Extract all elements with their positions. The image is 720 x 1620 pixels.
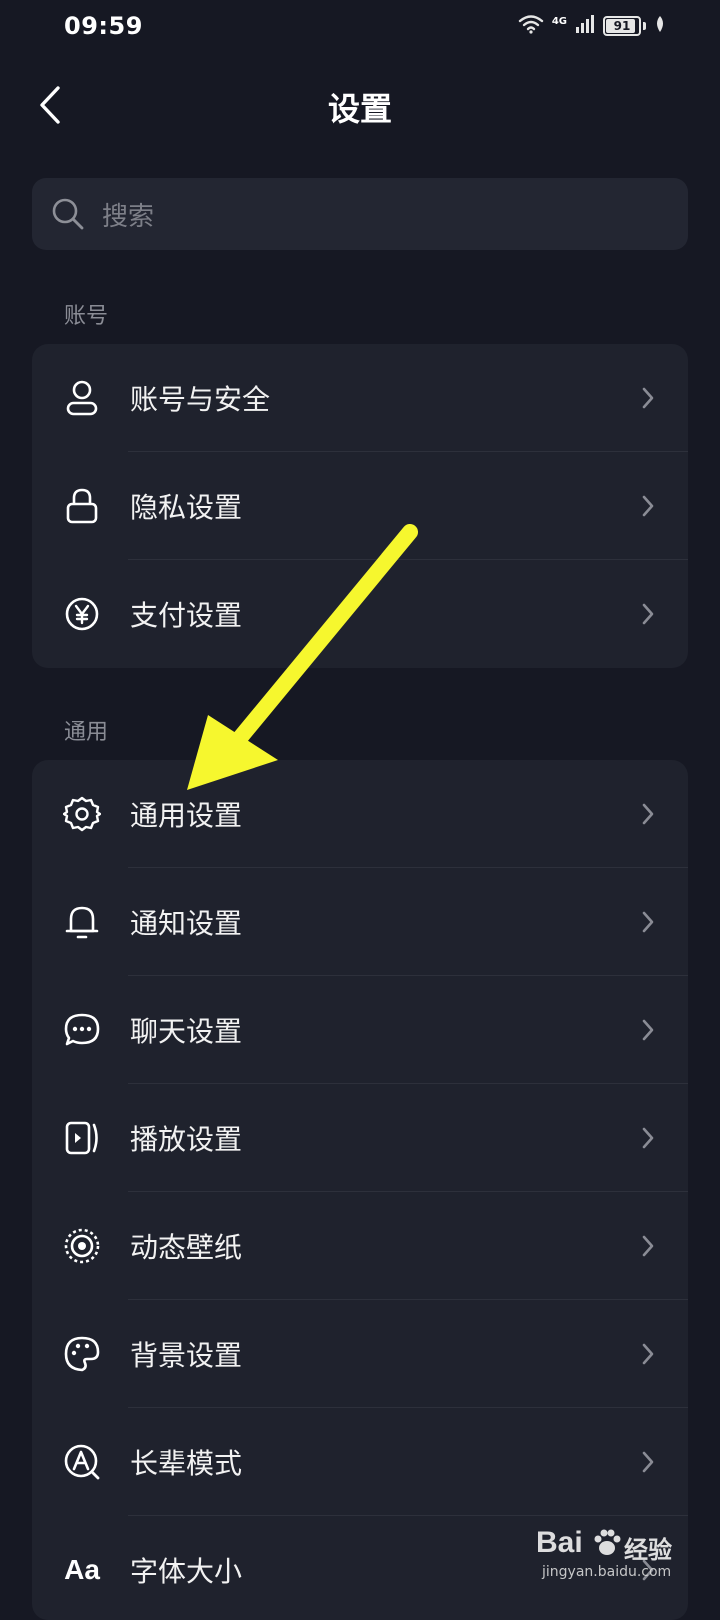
search-input[interactable]: 搜索 <box>32 178 688 250</box>
settings-item-label: 动态壁纸 <box>130 1231 243 1264</box>
section-label-account: 账号 <box>64 304 109 329</box>
chevron-right-icon <box>638 1123 658 1153</box>
settings-item-label: 播放设置 <box>130 1123 243 1156</box>
baidu-jingyan-watermark: Bai 经验 jingyan.baidu.com <box>536 1526 706 1586</box>
settings-item-elder-mode[interactable]: 长辈模式 <box>32 1408 688 1516</box>
chevron-right-icon <box>638 383 658 413</box>
settings-item-label: 背景设置 <box>130 1339 243 1372</box>
chevron-right-icon <box>638 1339 658 1369</box>
chat-bubble-icon <box>62 1010 102 1050</box>
section-label-general: 通用 <box>64 720 109 745</box>
search-placeholder: 搜索 <box>102 201 155 232</box>
search-icon <box>50 196 86 232</box>
chevron-right-icon <box>638 1231 658 1261</box>
eco-leaf-icon <box>654 15 666 37</box>
settings-item-label: 通用设置 <box>130 799 243 832</box>
watermark-url: jingyan.baidu.com <box>542 1564 672 1580</box>
settings-item-payment[interactable]: 支付设置 <box>32 560 688 668</box>
settings-item-playback[interactable]: 播放设置 <box>32 1084 688 1192</box>
font-size-icon: Aa <box>64 1554 100 1585</box>
settings-item-label: 账号与安全 <box>130 383 271 416</box>
play-device-icon <box>62 1118 102 1158</box>
chevron-right-icon <box>638 799 658 829</box>
general-settings-card: 通用设置 通知设置 聊天设置 播放设置 动态壁纸 背景设置 长辈模式 Aa 字体… <box>32 760 688 1620</box>
status-icons: 4G 91 <box>518 14 666 38</box>
settings-item-label: 通知设置 <box>130 907 243 940</box>
nav-bar: 设置 <box>0 62 720 148</box>
chevron-right-icon <box>638 1447 658 1477</box>
chevron-right-icon <box>638 491 658 521</box>
chevron-right-icon <box>638 599 658 629</box>
settings-item-label: 支付设置 <box>130 599 243 632</box>
settings-item-label: 字体大小 <box>130 1555 243 1588</box>
settings-item-label: 聊天设置 <box>130 1015 243 1048</box>
battery-cap <box>643 22 646 30</box>
gear-icon <box>62 794 102 834</box>
bell-icon <box>62 902 102 942</box>
watermark-brand: Bai <box>536 1526 583 1559</box>
live-wallpaper-icon <box>62 1226 102 1266</box>
settings-item-label: 长辈模式 <box>130 1447 243 1480</box>
user-icon <box>62 378 102 418</box>
yen-icon <box>62 594 102 634</box>
paw-icon <box>592 1528 622 1562</box>
settings-item-chat[interactable]: 聊天设置 <box>32 976 688 1084</box>
signal-icon <box>575 15 595 37</box>
settings-item-label: 隐私设置 <box>130 491 243 524</box>
elder-mode-icon <box>62 1442 102 1482</box>
battery-level: 91 <box>613 19 631 33</box>
watermark-cn: 经验 <box>624 1536 672 1564</box>
page-title: 设置 <box>327 90 392 128</box>
chevron-right-icon <box>638 907 658 937</box>
account-settings-card: 账号与安全 隐私设置 支付设置 <box>32 344 688 668</box>
network-type-label: 4G <box>551 15 567 27</box>
lock-icon <box>62 486 102 526</box>
battery-icon: 91 <box>603 16 641 36</box>
settings-item-privacy[interactable]: 隐私设置 <box>32 452 688 560</box>
status-time: 09:59 <box>64 12 143 40</box>
settings-item-background[interactable]: 背景设置 <box>32 1300 688 1408</box>
settings-item-account-security[interactable]: 账号与安全 <box>32 344 688 452</box>
settings-item-notifications[interactable]: 通知设置 <box>32 868 688 976</box>
chevron-right-icon <box>638 1015 658 1045</box>
settings-item-live-wallpaper[interactable]: 动态壁纸 <box>32 1192 688 1300</box>
palette-icon <box>62 1334 102 1374</box>
wifi-icon <box>518 14 544 38</box>
settings-item-general[interactable]: 通用设置 <box>32 760 688 868</box>
status-bar: 09:59 4G 91 <box>0 0 720 56</box>
